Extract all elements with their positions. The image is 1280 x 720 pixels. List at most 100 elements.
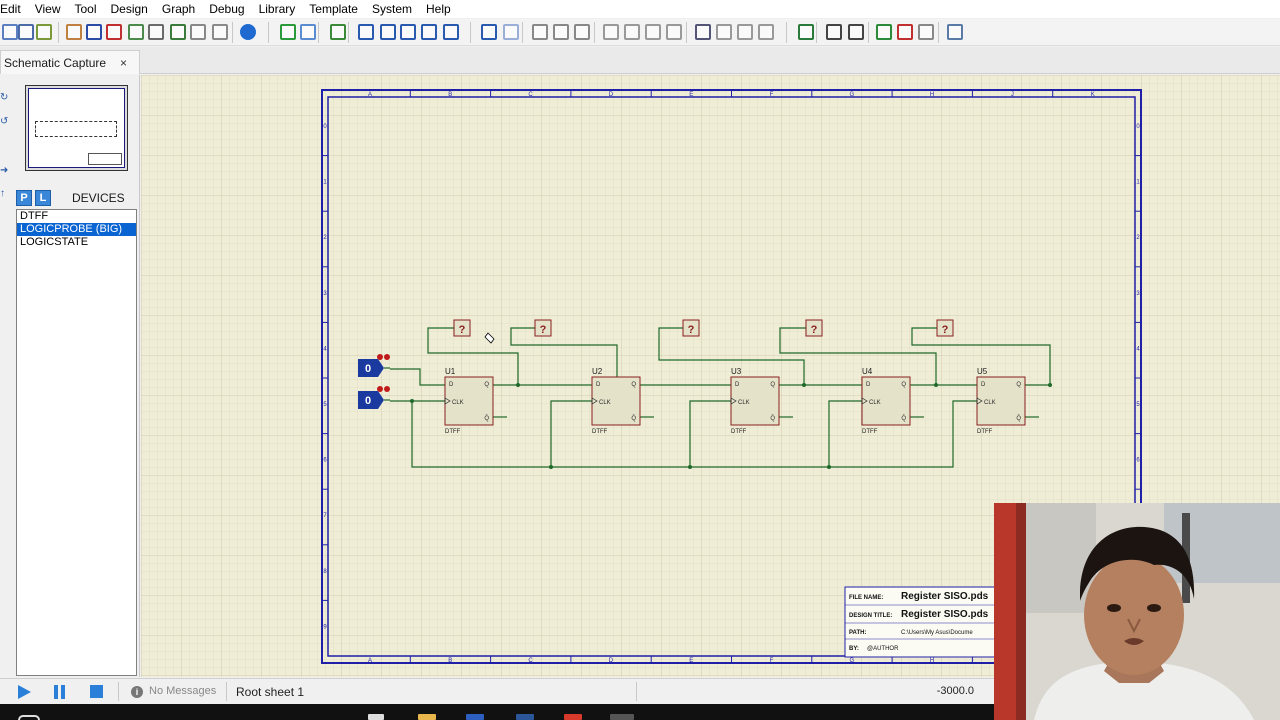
flipflop-u3[interactable]: U3 D Q CLK Q̄ DTFF [730, 367, 780, 435]
device-item[interactable]: LOGICSTATE [17, 236, 136, 249]
flipflop-u5[interactable]: U5 D Q CLK Q̄ DTFF [976, 367, 1026, 435]
settings-icon[interactable] [212, 24, 228, 40]
new-file-icon[interactable] [2, 24, 18, 40]
block-delete-icon[interactable] [666, 24, 682, 40]
help-icon[interactable] [240, 24, 256, 40]
remove-sheet-icon[interactable] [897, 24, 913, 40]
messages-status[interactable]: No Messages [149, 685, 216, 697]
toggle-dot[interactable] [384, 354, 390, 360]
device-item[interactable]: DTFF [17, 210, 136, 223]
search-icon[interactable] [18, 715, 40, 720]
info-icon: i [131, 686, 143, 698]
menu-library[interactable]: Library [252, 0, 303, 18]
menu-view[interactable]: View [28, 0, 68, 18]
pin-d-label: D [596, 382, 601, 388]
logic-probe[interactable]: ? [682, 319, 700, 337]
logic-probe[interactable]: ? [805, 319, 823, 337]
toolbar [0, 19, 1280, 46]
toggle-dot[interactable] [377, 386, 383, 392]
menu-debug[interactable]: Debug [202, 0, 251, 18]
rotate-icon[interactable]: ↻ [0, 93, 10, 103]
overview-window[interactable] [25, 85, 128, 171]
folder-icon[interactable] [418, 714, 436, 720]
bom-icon[interactable] [170, 24, 186, 40]
taskview-icon[interactable] [368, 714, 384, 720]
pick-devices-button[interactable]: P [16, 190, 32, 206]
menu-template[interactable]: Template [302, 0, 365, 18]
logic-probe[interactable]: ? [534, 319, 552, 337]
zoom-area-icon[interactable] [443, 24, 459, 40]
menu-system[interactable]: System [365, 0, 419, 18]
arrow-right-icon[interactable]: ➜ [0, 166, 10, 176]
copy-icon[interactable] [553, 24, 569, 40]
toggle-dot[interactable] [384, 386, 390, 392]
redo-icon[interactable] [503, 24, 519, 40]
grid-icon[interactable] [300, 24, 316, 40]
gallery-icon[interactable] [128, 24, 144, 40]
decompose-icon[interactable] [758, 24, 774, 40]
rotate-ccw-icon[interactable]: ↺ [0, 117, 10, 127]
stop-icon[interactable] [90, 685, 103, 698]
zoom-out-icon[interactable] [400, 24, 416, 40]
flipflop-ref: U4 [862, 367, 873, 376]
home-icon[interactable] [66, 24, 82, 40]
save-icon[interactable] [18, 24, 34, 40]
flipflop-u2[interactable]: U2 D Q CLK Q̄ DTFF [591, 367, 641, 435]
logic-probe[interactable]: ? [453, 319, 471, 337]
flipflop-u1[interactable]: U1 D Q CLK Q̄ DTFF [444, 367, 494, 435]
flipflop-u4[interactable]: U4 D Q CLK Q̄ DTFF [861, 367, 911, 435]
netlist-icon[interactable] [947, 24, 963, 40]
menu-help[interactable]: Help [419, 0, 458, 18]
menu-edit[interactable]: Edit [0, 0, 28, 18]
cut-icon[interactable] [532, 24, 548, 40]
undo-icon[interactable] [481, 24, 497, 40]
menu-graph[interactable]: Graph [155, 0, 202, 18]
property-tool-icon[interactable] [848, 24, 864, 40]
menu-design[interactable]: Design [104, 0, 155, 18]
schematic-icon[interactable] [86, 24, 102, 40]
menu-tool[interactable]: Tool [67, 0, 103, 18]
refresh-icon[interactable] [280, 24, 296, 40]
pick-icon[interactable] [695, 24, 711, 40]
wire-autorouter-icon[interactable] [798, 24, 814, 40]
by-label: BY: [849, 646, 859, 652]
overview-title-block [88, 153, 122, 165]
search-tag-icon[interactable] [826, 24, 842, 40]
notes-icon[interactable] [190, 24, 206, 40]
library-manager-button[interactable]: L [35, 190, 51, 206]
zoom-in-icon[interactable] [380, 24, 396, 40]
import-icon[interactable] [36, 24, 52, 40]
origin-icon[interactable] [330, 24, 346, 40]
device-item[interactable]: LOGICPROBE (BIG) [17, 223, 136, 236]
chrome-icon[interactable] [564, 714, 582, 720]
make-device-icon[interactable] [716, 24, 732, 40]
design-title-value: Register SISO.pds [901, 609, 989, 620]
app-icon[interactable] [610, 714, 634, 720]
probe-value: ? [540, 324, 547, 336]
zoom-all-icon[interactable] [421, 24, 437, 40]
tab-label: Schematic Capture [4, 55, 107, 70]
tab-close-icon[interactable]: × [120, 56, 127, 70]
pan-icon[interactable] [358, 24, 374, 40]
probe-value: ? [942, 324, 949, 336]
word-icon[interactable] [516, 714, 534, 720]
arrow-up-icon[interactable]: ↑ [0, 189, 10, 199]
junction-dot [1048, 383, 1052, 387]
paste-icon[interactable] [574, 24, 590, 40]
proteus-app-icon[interactable] [466, 714, 484, 720]
tab-schematic-capture[interactable]: Schematic Capture × [0, 50, 140, 74]
device-list[interactable]: DTFF LOGICPROBE (BIG) LOGICSTATE [16, 209, 137, 676]
component-icon[interactable] [148, 24, 164, 40]
block-rotate-icon[interactable] [645, 24, 661, 40]
logic-probe[interactable]: ? [936, 319, 954, 337]
pcb-icon[interactable] [106, 24, 122, 40]
devices-title: DEVICES [72, 191, 125, 205]
packaging-icon[interactable] [737, 24, 753, 40]
play-icon[interactable] [18, 685, 31, 699]
block-copy-icon[interactable] [603, 24, 619, 40]
toggle-dot[interactable] [377, 354, 383, 360]
block-move-icon[interactable] [624, 24, 640, 40]
pause-icon[interactable] [54, 685, 66, 699]
exit-parent-icon[interactable] [918, 24, 934, 40]
new-sheet-icon[interactable] [876, 24, 892, 40]
